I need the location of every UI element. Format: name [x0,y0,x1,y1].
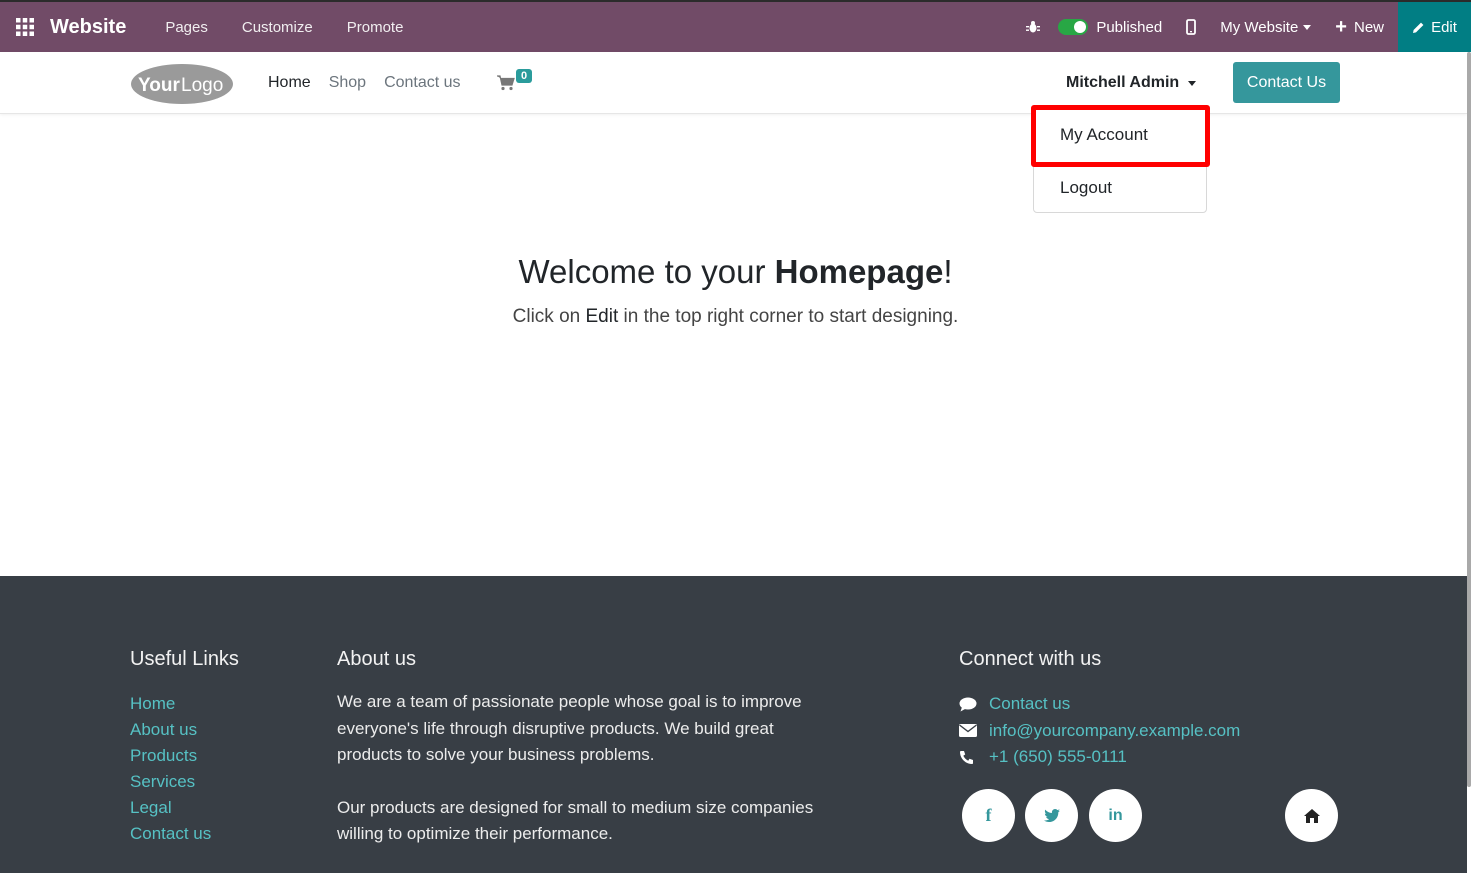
nav-shop[interactable]: Shop [329,74,366,92]
website-selector-label: My Website [1220,18,1299,36]
nav-contact-us[interactable]: Contact us [384,74,460,92]
app-brand[interactable]: Website [50,16,126,39]
connect-contact[interactable]: Contact us [959,691,1240,718]
connect-list: Contact us info@yourcompany.example.com … [959,691,1240,771]
connect-contact-label: Contact us [989,694,1071,713]
menu-promote[interactable]: Promote [330,19,421,36]
dropdown-item-logout[interactable]: Logout [1060,178,1112,198]
pencil-icon [1413,22,1424,33]
footer-link-legal[interactable]: Legal [130,795,211,821]
contact-us-button[interactable]: Contact Us [1233,62,1340,103]
published-label: Published [1096,18,1163,36]
cart-link[interactable]: 0 [497,69,533,96]
apps-menu-icon[interactable] [0,2,50,52]
user-name: Mitchell Admin [1066,74,1180,91]
website-selector[interactable]: My Website [1220,18,1312,36]
site-footer: Useful Links About us Connect with us Ho… [0,576,1467,873]
edit-button[interactable]: Edit [1398,2,1471,52]
useful-links-list: Home About us Products Services Legal Co… [130,691,211,847]
comment-icon [959,697,989,712]
about-title: About us [337,648,416,670]
facebook-icon[interactable]: f [962,789,1015,842]
title-prefix: Welcome to your [518,253,775,290]
page-subtitle: Click on Edit in the top right corner to… [0,306,1471,328]
connect-phone[interactable]: +1 (650) 555-0111 [959,744,1240,771]
footer-link-home[interactable]: Home [130,691,211,717]
sub-bold: Edit [585,306,619,327]
menu-pages[interactable]: Pages [148,19,225,36]
toggle-switch[interactable] [1058,19,1089,35]
user-menu-toggle[interactable]: Mitchell Admin [1066,74,1197,92]
footer-link-about-us[interactable]: About us [130,717,211,743]
footer-link-products[interactable]: Products [130,743,211,769]
admin-navbar: Website Pages Customize Promote Publishe… [0,0,1471,52]
debug-bug-icon[interactable] [1008,20,1058,34]
highlight-box [1031,105,1210,167]
shopping-cart-icon [497,75,515,91]
connect-email[interactable]: info@yourcompany.example.com [959,718,1240,745]
footer-link-contact-us[interactable]: Contact us [130,821,211,847]
site-header: Your Logo Home Shop Contact us 0 Mitchel… [0,52,1467,114]
edit-label: Edit [1431,18,1457,36]
connect-phone-label: +1 (650) 555-0111 [989,747,1127,766]
linkedin-icon[interactable]: in [1089,789,1142,842]
title-bold: Homepage [774,253,944,290]
connect-email-label: info@yourcompany.example.com [989,720,1241,740]
plus-icon: + [1335,16,1347,38]
about-text: We are a team of passionate people whose… [337,689,827,848]
connect-title: Connect with us [959,648,1102,670]
chevron-down-icon [1188,80,1197,86]
footer-link-services[interactable]: Services [130,769,211,795]
chevron-down-icon [1303,24,1312,30]
envelope-icon [959,724,989,738]
main-nav: Home Shop Contact us [268,74,479,92]
useful-links-title: Useful Links [130,648,239,670]
page-scrollbar[interactable] [1467,52,1471,873]
new-label: New [1353,18,1384,36]
title-suffix: ! [943,253,953,290]
svg-text:Your: Your [138,75,180,96]
twitter-icon[interactable] [1025,789,1078,842]
published-toggle[interactable]: Published [1058,19,1162,36]
mobile-preview-icon[interactable] [1180,19,1202,35]
menu-customize[interactable]: Customize [225,19,330,36]
nav-home[interactable]: Home [268,74,311,92]
sub-prefix: Click on [512,306,586,327]
about-paragraph-1: We are a team of passionate people whose… [337,692,802,764]
home-icon[interactable] [1285,789,1338,842]
page-title: Welcome to your Homepage! [0,253,1471,291]
about-paragraph-2: Our products are designed for small to m… [337,797,814,844]
phone-icon [959,750,989,765]
company-logo[interactable]: Your Logo [130,62,234,105]
cart-count-badge: 0 [516,69,533,83]
new-button[interactable]: + New [1335,17,1384,37]
svg-text:Logo: Logo [181,75,223,96]
sub-suffix: in the top right corner to start designi… [618,306,959,327]
